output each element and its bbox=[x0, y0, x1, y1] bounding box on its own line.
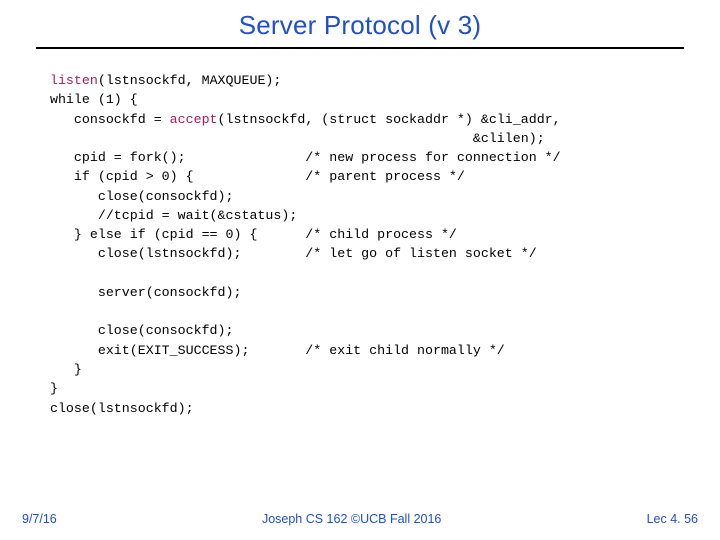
keyword-accept: accept bbox=[170, 112, 218, 127]
code-block: listen(lstnsockfd, MAXQUEUE); while (1) … bbox=[0, 49, 720, 418]
code-line: cpid = fork(); /* new process for connec… bbox=[34, 150, 561, 165]
code-line: close(lstnsockfd); /* let go of listen s… bbox=[34, 246, 537, 261]
footer-center: Joseph CS 162 ©UCB Fall 2016 bbox=[57, 512, 647, 526]
footer-lecture: Lec 4. 56 bbox=[647, 512, 698, 526]
code-line: listen(lstnsockfd, MAXQUEUE); bbox=[34, 73, 281, 88]
code-line: close(consockfd); bbox=[34, 323, 234, 338]
code-line: exit(EXIT_SUCCESS); /* exit child normal… bbox=[34, 343, 505, 358]
code-line: &clilen); bbox=[34, 131, 545, 146]
code-line: consockfd = accept(lstnsockfd, (struct s… bbox=[34, 112, 561, 127]
code-line: //tcpid = wait(&cstatus); bbox=[34, 208, 297, 223]
code-line: close(consockfd); bbox=[34, 189, 234, 204]
code-line: } bbox=[34, 381, 58, 396]
footer-date: 9/7/16 bbox=[22, 512, 57, 526]
code-line: server(consockfd); bbox=[34, 285, 241, 300]
code-line: } else if (cpid == 0) { /* child process… bbox=[34, 227, 457, 242]
footer: 9/7/16 Joseph CS 162 ©UCB Fall 2016 Lec … bbox=[0, 512, 720, 526]
code-line: if (cpid > 0) { /* parent process */ bbox=[34, 169, 465, 184]
slide-title: Server Protocol (v 3) bbox=[0, 0, 720, 47]
code-line: } bbox=[34, 362, 82, 377]
code-line: while (1) { bbox=[34, 92, 138, 107]
keyword-listen: listen bbox=[50, 73, 98, 88]
code-line: close(lstnsockfd); bbox=[34, 401, 194, 416]
